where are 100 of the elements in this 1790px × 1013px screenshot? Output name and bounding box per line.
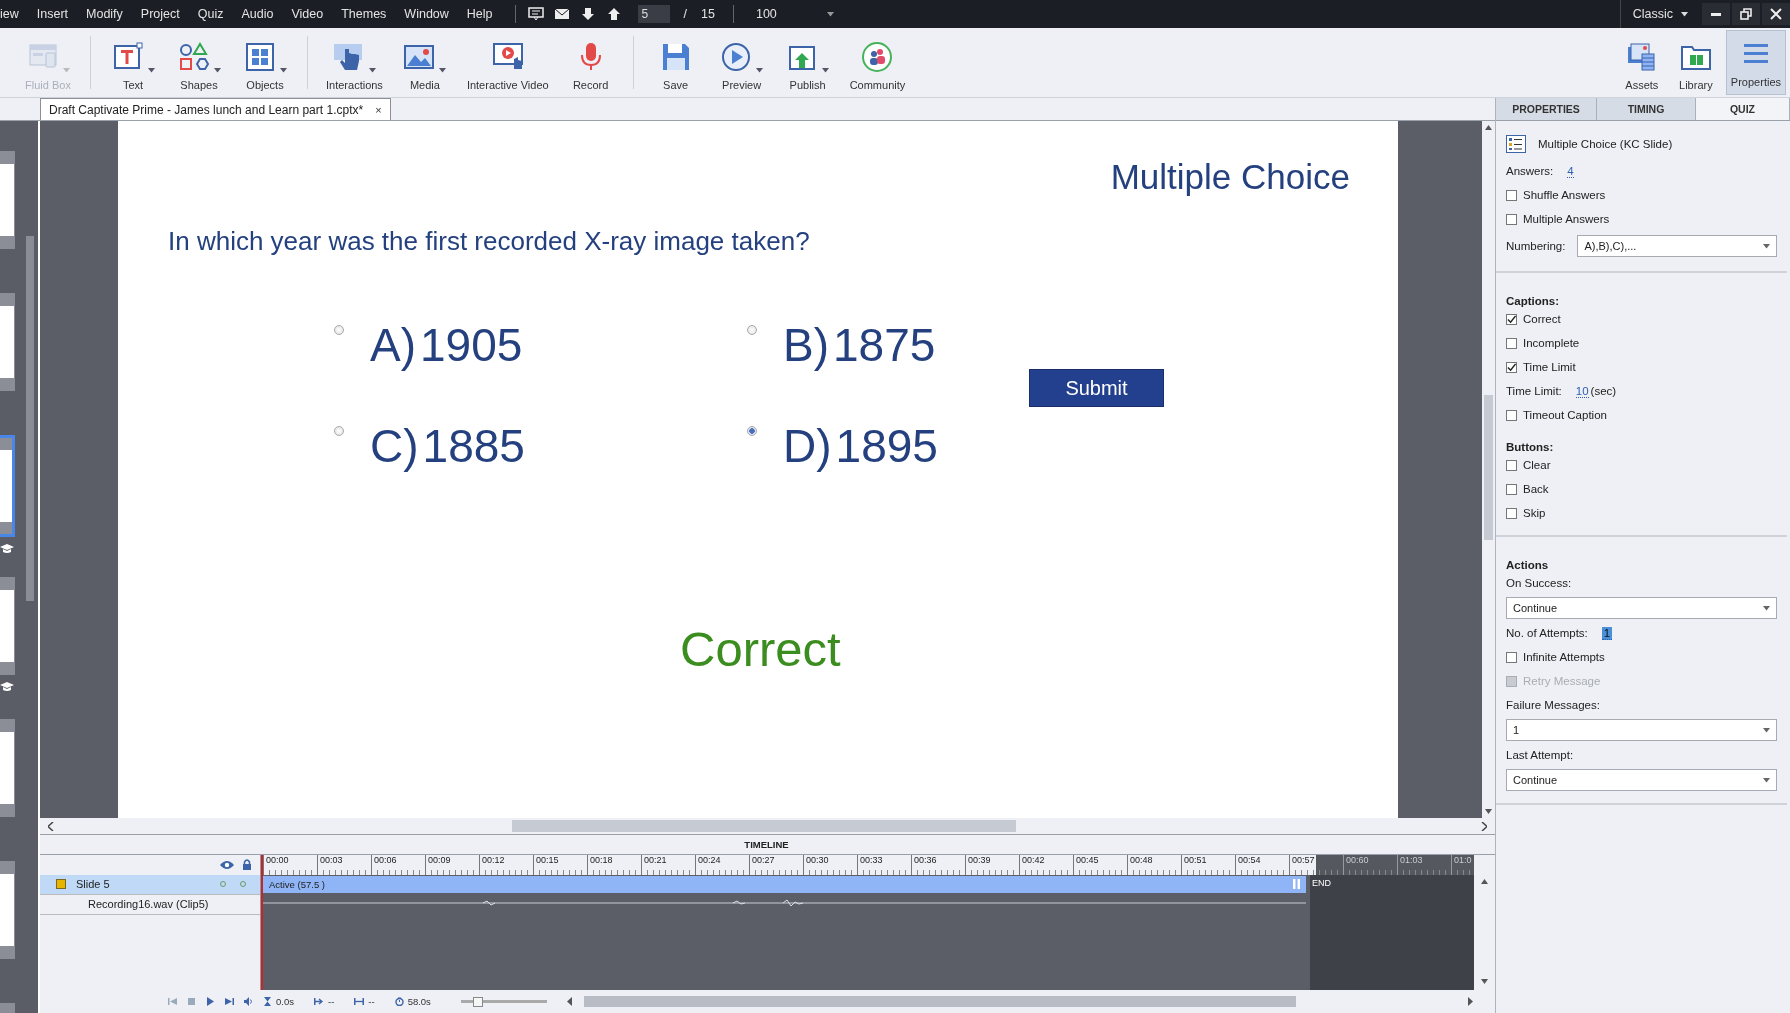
submit-button[interactable]: Submit (1029, 369, 1164, 407)
slide-thumbnail[interactable] (0, 861, 15, 959)
checkbox[interactable] (1506, 361, 1517, 373)
unit-label: (sec) (1590, 385, 1617, 397)
play-icon[interactable] (206, 997, 215, 1007)
checkbox[interactable] (1506, 213, 1517, 225)
slide-type-label: Multiple Choice (KC Slide) (1538, 138, 1673, 150)
eye-icon[interactable] (220, 859, 234, 870)
radio-button[interactable] (334, 325, 344, 335)
speaker-icon[interactable] (244, 997, 253, 1007)
checkbox[interactable] (1506, 459, 1517, 471)
slide-thumbnail[interactable] (0, 719, 15, 817)
value-field[interactable]: 10 (1575, 384, 1589, 398)
timeline-track[interactable]: Recording16.wav (Clip5) (40, 894, 260, 915)
properties-button[interactable]: Properties (1725, 30, 1786, 95)
close-button[interactable] (1762, 3, 1790, 25)
dropdown-field[interactable]: Continue (1506, 597, 1777, 619)
answer-label: A) (370, 321, 416, 369)
dropdown-field[interactable]: 1 (1506, 719, 1777, 741)
menu-item[interactable]: Modify (86, 7, 123, 21)
menu-item[interactable]: iew (0, 7, 19, 21)
preview-button[interactable]: Preview (711, 28, 772, 97)
hourglass-icon[interactable] (263, 997, 272, 1007)
comment-icon[interactable] (527, 7, 544, 21)
stopwatch-icon[interactable] (394, 997, 404, 1007)
objects-button[interactable]: Objects (235, 28, 295, 97)
scrollbar-thumb[interactable] (1484, 395, 1493, 540)
scrollbar-thumb[interactable] (583, 996, 1296, 1008)
caret-icon (1763, 727, 1770, 733)
scrollbar-thumb[interactable] (26, 236, 34, 601)
menu-item[interactable]: Project (140, 7, 180, 21)
restore-button[interactable] (1732, 3, 1760, 25)
value-field[interactable]: 1 (1601, 626, 1613, 640)
slide-timing-bar[interactable]: Active (57.5 ) (263, 875, 1306, 893)
save-button[interactable]: Save (645, 28, 706, 97)
close-tab-button[interactable]: × (375, 103, 382, 116)
zoom-slider-thumb[interactable] (473, 996, 484, 1007)
vertical-scrollbar[interactable] (1482, 121, 1495, 818)
checkbox[interactable] (1506, 651, 1517, 663)
mail-icon[interactable] (553, 7, 570, 21)
publish-button[interactable]: Publish (777, 28, 838, 97)
dropdown-field[interactable]: Continue (1506, 769, 1777, 791)
slide-thumbnail[interactable] (0, 151, 15, 249)
menu-item[interactable]: Themes (341, 7, 387, 21)
menu-item[interactable]: Quiz (197, 7, 224, 21)
checkbox-label: Clear (1523, 459, 1551, 471)
checkbox[interactable] (1506, 507, 1517, 519)
current-time: 0.0s (276, 996, 294, 1008)
menu-item[interactable]: Insert (36, 7, 69, 21)
record-button[interactable]: Record (560, 28, 621, 97)
timeline-track[interactable]: Slide 5 (40, 874, 260, 895)
document-tab[interactable]: Draft Captivate Prime - James lunch and Learn part 1.cptx* × (40, 98, 391, 120)
checkbox[interactable] (1506, 337, 1517, 349)
zoom-dropdown[interactable]: 100 (755, 7, 834, 21)
scroll-right-icon[interactable] (1467, 997, 1473, 1007)
shapes-button[interactable]: Shapes (169, 28, 229, 97)
radio-button[interactable] (747, 426, 757, 436)
checkbox-label: Correct (1523, 313, 1561, 325)
close-icon (1770, 8, 1782, 20)
checkbox[interactable] (1506, 313, 1517, 325)
scroll-left-icon[interactable] (566, 997, 573, 1007)
slide-thumbnail[interactable] (0, 577, 15, 675)
radio-button[interactable] (747, 325, 757, 335)
scroll-down-icon[interactable] (1480, 979, 1488, 985)
library-button[interactable]: Library (1668, 28, 1723, 97)
slide-number-field[interactable]: 5 (637, 5, 670, 23)
dropdown-field[interactable]: A),B),C),... (1577, 235, 1777, 257)
value-field[interactable]: 4 (1567, 164, 1574, 178)
scroll-up-icon[interactable] (1480, 878, 1488, 884)
media-button[interactable]: Media (394, 28, 455, 97)
checkbox[interactable] (1506, 483, 1517, 495)
interactive-video-button[interactable]: Interactive Video (460, 28, 555, 97)
skip-to-end-icon[interactable] (225, 997, 234, 1007)
interactions-button[interactable]: Interactions (320, 28, 389, 97)
lock-icon[interactable] (242, 859, 252, 871)
checkbox[interactable] (1506, 409, 1517, 421)
section-heading: Buttons: (1506, 440, 1555, 453)
text-button[interactable]: Text (103, 28, 163, 97)
radio-button[interactable] (334, 426, 344, 436)
checkbox[interactable] (1506, 189, 1517, 201)
menu-item[interactable]: Video (291, 7, 324, 21)
document-title: Draft Captivate Prime - James lunch and Learn part 1.cptx* (49, 102, 364, 117)
menu-item[interactable]: Help (466, 7, 493, 21)
panel-tab[interactable]: PROPERTIES (1496, 98, 1597, 120)
community-button[interactable]: Community (843, 28, 912, 97)
duration-icon[interactable] (354, 997, 365, 1007)
answer-text: 1905 (420, 321, 523, 369)
panel-tab[interactable]: TIMING (1597, 98, 1696, 120)
minimize-button[interactable] (1702, 3, 1730, 25)
panel-tab[interactable]: QUIZ (1696, 98, 1790, 120)
slide-thumbnail[interactable] (0, 435, 15, 537)
start-marker-icon[interactable] (313, 997, 324, 1007)
slide-thumbnail[interactable] (0, 293, 15, 391)
start-time: -- (327, 996, 335, 1008)
menu-item[interactable]: Window (404, 7, 449, 21)
skip-to-start-icon[interactable] (168, 997, 177, 1007)
checkbox-label: Shuffle Answers (1523, 189, 1606, 201)
menu-item[interactable]: Audio (241, 7, 274, 21)
scrollbar-thumb[interactable] (512, 820, 1016, 832)
assets-button[interactable]: Assets (1614, 28, 1669, 97)
